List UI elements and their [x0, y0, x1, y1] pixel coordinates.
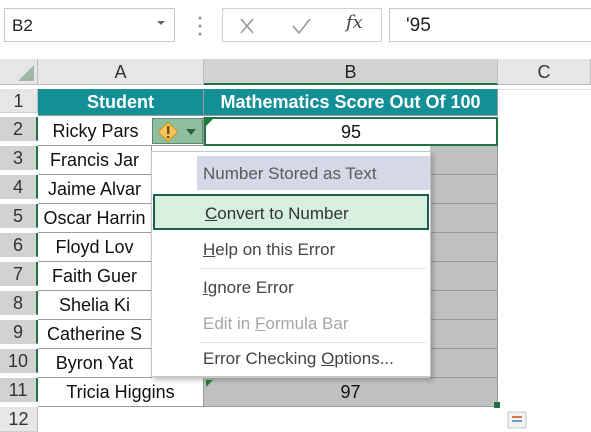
- cell-score[interactable]: [430, 262, 498, 291]
- select-all-corner[interactable]: [0, 59, 38, 85]
- row-header-6[interactable]: 6: [0, 233, 38, 257]
- select-all-triangle-icon: [18, 65, 34, 81]
- row-header-8[interactable]: 8: [0, 291, 38, 315]
- column-header-b[interactable]: B: [204, 59, 498, 85]
- cell-name[interactable]: Francis Jar: [38, 146, 152, 175]
- cell-score[interactable]: [430, 291, 498, 320]
- error-indicator-icon: [206, 119, 213, 126]
- formula-input[interactable]: '95: [389, 8, 591, 42]
- error-smart-tag-button[interactable]: [152, 118, 203, 144]
- row-header-3[interactable]: 3: [0, 146, 38, 170]
- name-box-value: B2: [12, 16, 33, 35]
- menu-item-label: Ignore Error: [203, 278, 294, 297]
- row-header-7[interactable]: 7: [0, 262, 38, 286]
- more-options-icon[interactable]: [195, 12, 205, 40]
- cell-name[interactable]: Oscar Harrin: [38, 204, 152, 233]
- cell-name[interactable]: Faith Guer: [38, 262, 152, 291]
- cell-name[interactable]: Shelia Ki: [38, 291, 152, 320]
- menu-title: Number Stored as Text: [197, 156, 430, 190]
- menu-item-help-on-error[interactable]: Help on this Error: [197, 232, 430, 268]
- cell-score[interactable]: [430, 320, 498, 349]
- checkmark-icon[interactable]: [287, 13, 315, 39]
- cell-name[interactable]: Jaime Alvar: [38, 175, 152, 204]
- cell-score[interactable]: [430, 349, 498, 378]
- row-header-2[interactable]: 2: [0, 117, 38, 141]
- formula-value: '95: [406, 15, 431, 36]
- menu-item-error-checking-options[interactable]: Error Checking Options...: [197, 344, 430, 376]
- row-header-12[interactable]: 12: [0, 407, 38, 432]
- row-header-10[interactable]: 10: [0, 349, 38, 373]
- error-indicator-icon: [206, 380, 213, 387]
- menu-item-label: Convert to Number: [205, 204, 349, 223]
- insert-function-button[interactable]: fx: [346, 12, 363, 33]
- cell-name[interactable]: Tricia Higgins: [38, 378, 204, 407]
- menu-item-label: Help on this Error: [203, 240, 336, 259]
- header-math-score[interactable]: Mathematics Score Out Of 100: [204, 89, 498, 116]
- formula-buttons: fx: [222, 8, 382, 42]
- menu-separator: [200, 268, 426, 269]
- quick-analysis-icon[interactable]: [506, 410, 530, 430]
- cell-name[interactable]: Floyd Lov: [38, 233, 152, 262]
- row-header-11[interactable]: 11: [0, 378, 38, 402]
- cell-name[interactable]: Catherine S: [38, 320, 152, 349]
- cell-score[interactable]: 97: [204, 378, 498, 407]
- cell-score[interactable]: [430, 204, 498, 233]
- warning-icon: [157, 121, 179, 143]
- menu-item-ignore-error[interactable]: Ignore Error: [197, 270, 430, 306]
- cell-score[interactable]: [430, 175, 498, 204]
- cell-score-active[interactable]: 95: [204, 117, 498, 146]
- menu-item-label: Error Checking Options...: [203, 349, 394, 368]
- row-header-9[interactable]: 9: [0, 320, 38, 344]
- menu-item-label: Edit in Formula Bar: [203, 314, 349, 333]
- row-header-4[interactable]: 4: [0, 175, 38, 199]
- menu-separator: [200, 342, 426, 343]
- chevron-down-icon: [186, 129, 196, 135]
- cell-score[interactable]: [430, 146, 498, 175]
- gridline: [498, 89, 591, 90]
- menu-icon-gutter: [152, 152, 197, 376]
- chevron-down-icon[interactable]: [156, 18, 166, 28]
- column-header-a[interactable]: A: [38, 59, 204, 85]
- cell-score[interactable]: [430, 233, 498, 262]
- formula-bar: B2 fx '95: [0, 0, 591, 54]
- close-icon[interactable]: [233, 13, 261, 39]
- menu-item-convert-to-number[interactable]: Convert to Number: [153, 194, 429, 230]
- fill-handle[interactable]: [494, 402, 500, 408]
- row-header-1[interactable]: 1: [0, 89, 38, 113]
- column-header-c[interactable]: C: [498, 59, 591, 85]
- cell-name[interactable]: Byron Yat: [38, 349, 152, 378]
- menu-item-edit-in-formula-bar: Edit in Formula Bar: [197, 306, 430, 342]
- error-options-menu: Number Stored as Text Convert to Number …: [151, 151, 431, 377]
- header-student[interactable]: Student: [38, 89, 204, 116]
- name-box[interactable]: B2: [4, 8, 175, 42]
- row-header-5[interactable]: 5: [0, 204, 38, 228]
